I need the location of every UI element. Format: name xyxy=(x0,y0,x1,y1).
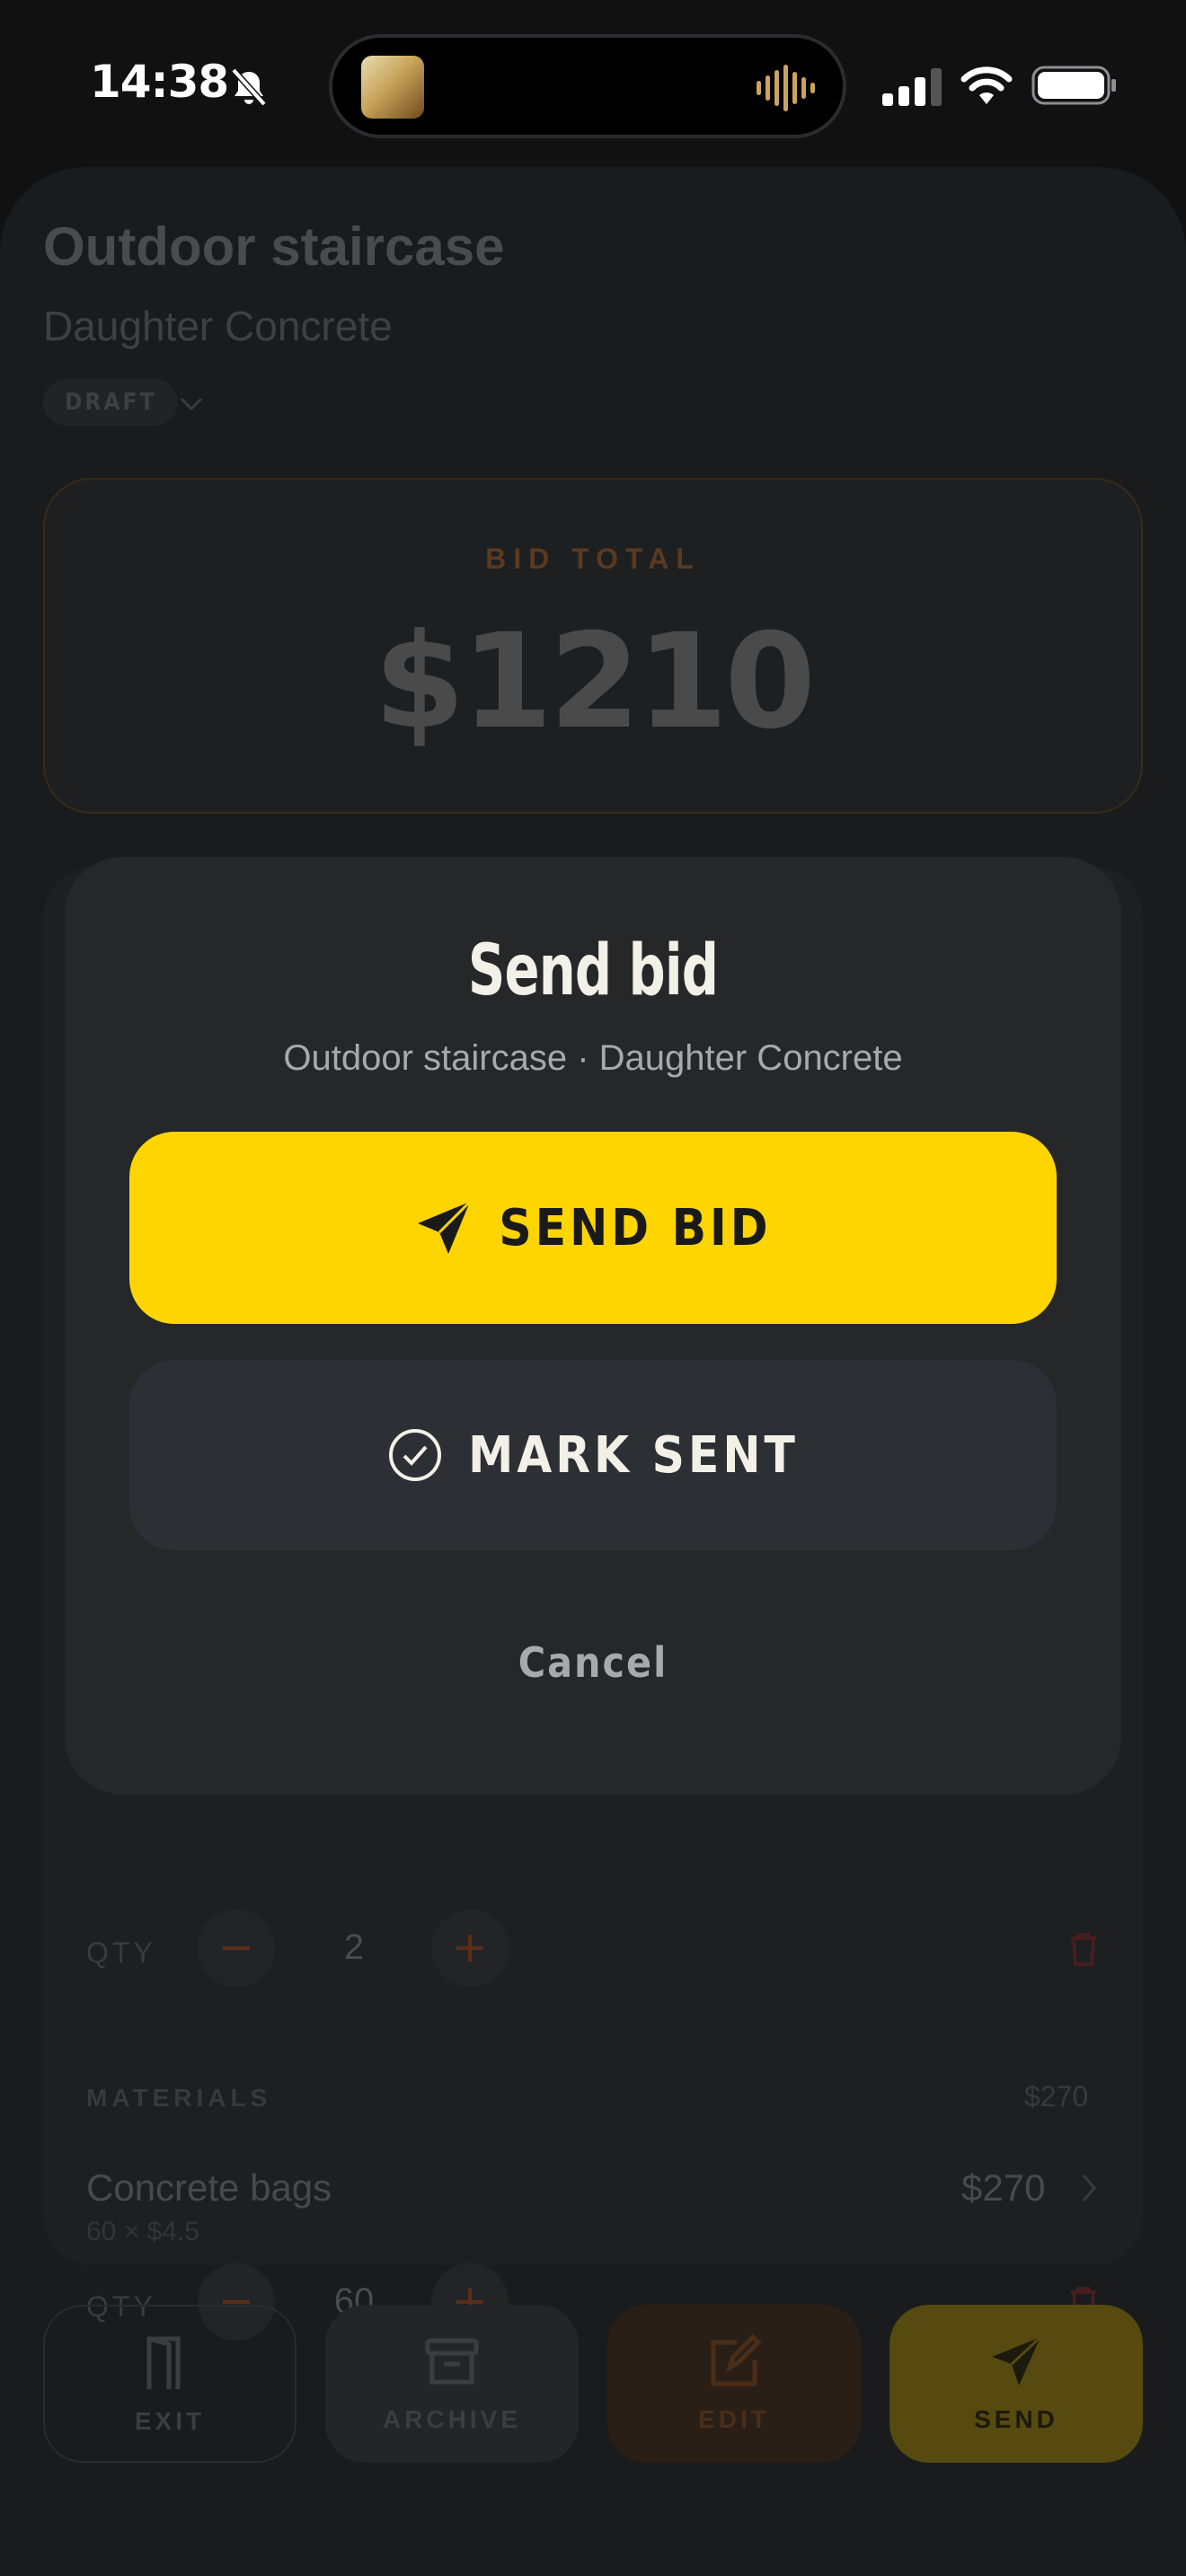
chevron-down-icon[interactable] xyxy=(178,390,205,417)
dynamic-island[interactable] xyxy=(329,34,846,138)
bid-total-label: BID TOTAL xyxy=(485,543,701,575)
increase-qty-button[interactable] xyxy=(431,1910,509,1987)
archive-label: ARCHIVE xyxy=(382,2405,521,2433)
paper-plane-icon xyxy=(418,1200,472,1254)
status-time: 14:38 xyxy=(90,56,229,108)
item-meta: 60 × $4.5 xyxy=(86,2217,199,2246)
send-bid-label: SEND BID xyxy=(499,1198,772,1257)
mark-sent-button[interactable]: MARK SENT xyxy=(129,1360,1057,1550)
qty-label: QTY xyxy=(86,1936,156,1969)
plus-icon xyxy=(456,1935,483,1962)
check-circle-icon xyxy=(389,1429,442,1481)
status-badge[interactable]: DRAFT xyxy=(43,379,179,426)
bid-total-card: BID TOTAL $1210 xyxy=(43,478,1143,814)
modal-title: Send bid xyxy=(467,931,719,1011)
trash-icon[interactable] xyxy=(1067,1931,1100,1967)
edit-pencil-icon xyxy=(711,2333,762,2386)
bid-total-value: $1210 xyxy=(374,605,816,758)
archive-box-icon xyxy=(425,2338,479,2385)
exit-label: EXIT xyxy=(134,2407,206,2435)
door-exit-icon xyxy=(146,2336,181,2389)
chevron-right-icon xyxy=(1082,2175,1096,2201)
audio-waveform-icon xyxy=(757,65,815,111)
cellular-signal-icon xyxy=(882,68,942,106)
bottom-action-bar: EXIT ARCHIVE EDIT SEND xyxy=(0,2305,1186,2465)
send-bid-button[interactable]: SEND BID xyxy=(129,1132,1057,1324)
edit-button[interactable]: EDIT xyxy=(607,2305,861,2463)
modal-subtitle: Outdoor staircase · Daughter Concrete xyxy=(283,1038,903,1078)
status-bar: 14:38 xyxy=(0,0,1186,171)
wifi-icon xyxy=(960,66,1013,104)
project-title: Outdoor staircase xyxy=(43,216,505,277)
materials-section-label: MATERIALS xyxy=(86,2084,272,2112)
edit-label: EDIT xyxy=(698,2405,770,2433)
qty-value[interactable]: 2 xyxy=(318,1928,390,1968)
exit-button[interactable]: EXIT xyxy=(43,2305,296,2463)
now-playing-artwork[interactable] xyxy=(361,56,424,119)
minus-icon xyxy=(223,1946,250,1950)
send-button[interactable]: SEND xyxy=(890,2305,1143,2463)
send-bid-modal: Send bid Outdoor staircase · Daughter Co… xyxy=(65,857,1121,1795)
send-label: SEND xyxy=(974,2405,1058,2433)
project-client: Daughter Concrete xyxy=(43,303,393,349)
item-name: Concrete bags xyxy=(86,2166,332,2209)
cancel-button[interactable]: Cancel xyxy=(65,1638,1121,1687)
item-price: $270 xyxy=(961,2166,1046,2209)
battery-icon xyxy=(1031,66,1116,105)
materials-section-total: $270 xyxy=(1024,2080,1089,2113)
paper-plane-icon xyxy=(992,2335,1042,2386)
mark-sent-label: MARK SENT xyxy=(468,1425,799,1485)
bell-slash-icon xyxy=(231,67,267,107)
decrease-qty-button[interactable] xyxy=(198,1910,275,1987)
archive-button[interactable]: ARCHIVE xyxy=(325,2305,579,2463)
